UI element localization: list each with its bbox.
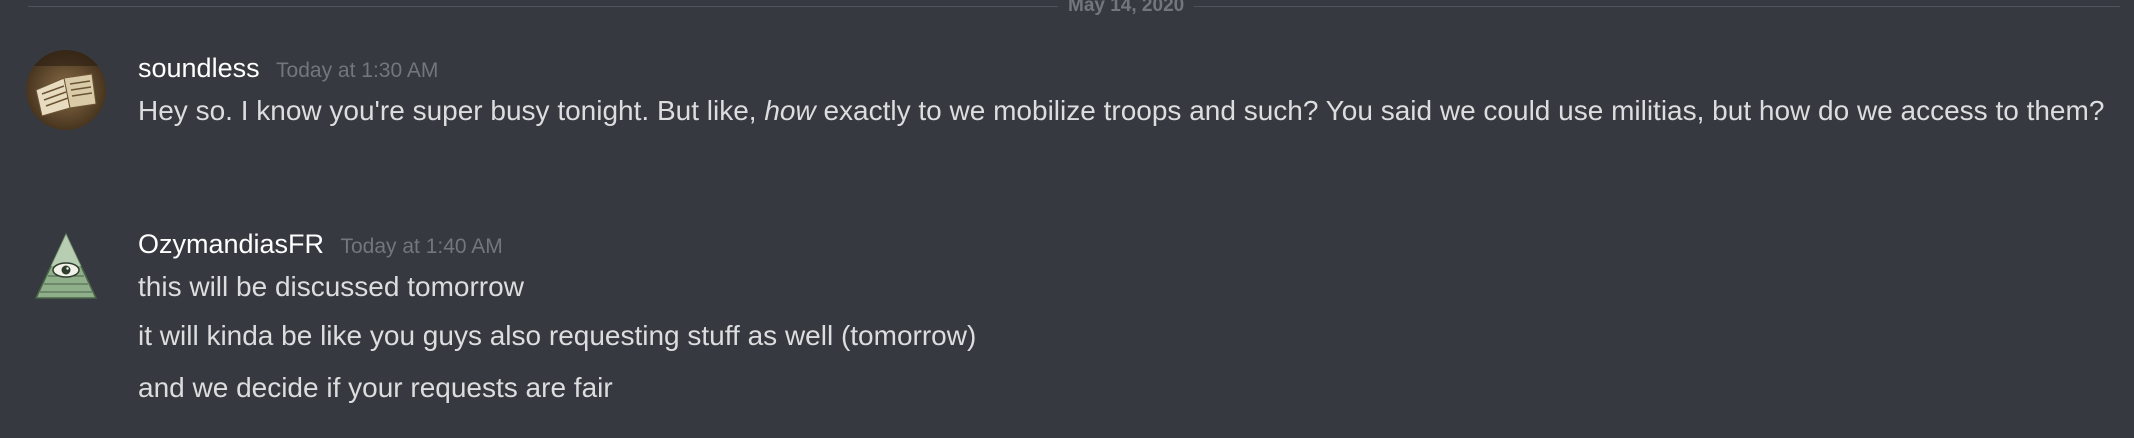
message-text-emphasis: how bbox=[764, 95, 816, 126]
date-divider-label: May 14, 2020 bbox=[1058, 0, 1195, 15]
chat-messages: May 14, 2020 soundless Today at 1:30 AM … bbox=[0, 0, 2134, 438]
message-header: soundless Today at 1:30 AM bbox=[138, 46, 2118, 90]
message-body: soundless Today at 1:30 AM Hey so. I kno… bbox=[138, 46, 2118, 132]
message-text: Hey so. I know you're super busy tonight… bbox=[138, 95, 765, 126]
message-line: it will kinda be like you guys also requ… bbox=[138, 320, 977, 351]
username[interactable]: soundless bbox=[138, 53, 260, 83]
message-line: this will be discussed tomorrow bbox=[138, 271, 524, 302]
date-divider: May 14, 2020 bbox=[28, 0, 2120, 15]
avatar[interactable] bbox=[26, 50, 106, 130]
paper-scroll-photo-avatar-icon bbox=[26, 50, 106, 130]
message-line: and we decide if your requests are fair bbox=[138, 372, 613, 403]
timestamp[interactable]: Today at 1:40 AM bbox=[341, 235, 503, 258]
eye-of-providence-avatar-icon bbox=[34, 232, 98, 299]
message-body: OzymandiasFR Today at 1:40 AM this will … bbox=[138, 222, 2118, 414]
timestamp[interactable]: Today at 1:30 AM bbox=[276, 59, 438, 82]
username[interactable]: OzymandiasFR bbox=[138, 229, 324, 259]
message-content: Hey so. I know you're super busy tonight… bbox=[138, 90, 2118, 132]
avatar[interactable] bbox=[26, 226, 106, 306]
message-header: OzymandiasFR Today at 1:40 AM bbox=[138, 222, 2118, 266]
message-content: this will be discussed tomorrow it will … bbox=[138, 266, 2118, 414]
message-text: exactly to we mobilize troops and such? … bbox=[815, 95, 2105, 126]
